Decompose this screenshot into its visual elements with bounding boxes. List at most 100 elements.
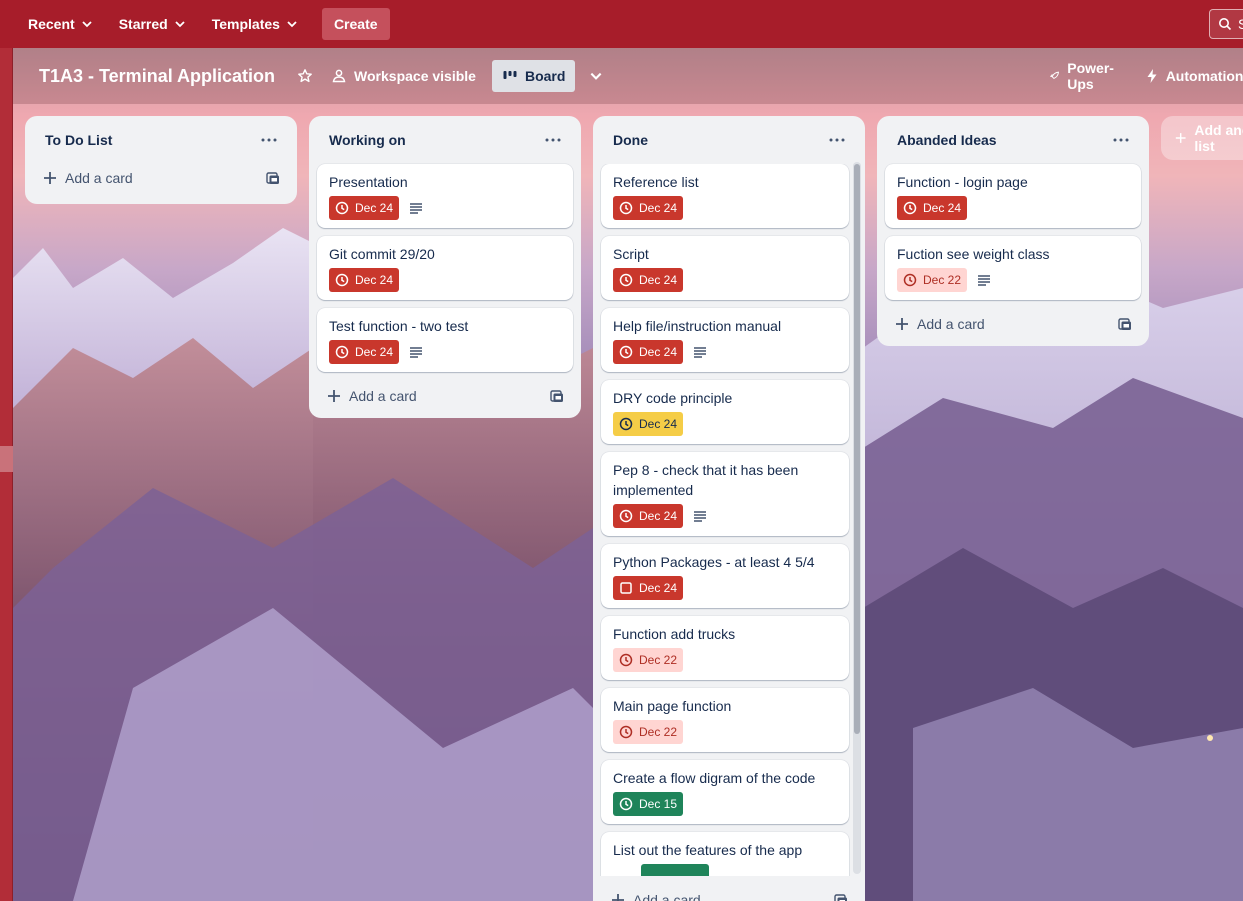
list-abanded-ideas: Abanded Ideas Function - login page Dec … (877, 116, 1149, 346)
nav-recent[interactable]: Recent (18, 8, 103, 40)
nav-starred[interactable]: Starred (109, 8, 196, 40)
star-board-button[interactable] (289, 60, 321, 92)
due-date-badge[interactable]: Dec 24 (897, 196, 968, 220)
visibility-button[interactable]: Workspace visible (321, 60, 486, 92)
card-template-icon[interactable] (1117, 316, 1133, 332)
card-template-icon[interactable] (549, 388, 565, 404)
due-date-badge[interactable]: Dec 24 (613, 504, 684, 528)
due-date-label: Dec 24 (639, 417, 678, 431)
add-card-button[interactable]: Add a card (327, 388, 417, 404)
due-date-badge[interactable]: Dec 24 (329, 340, 400, 364)
due-date-badge[interactable]: Dec 15 (613, 792, 684, 816)
card-title: Test function - two test (329, 318, 469, 334)
list-title[interactable]: Abanded Ideas (897, 132, 997, 148)
list-title[interactable]: Working on (329, 132, 406, 148)
card[interactable]: List out the features of the app (601, 832, 849, 876)
card[interactable]: Script Dec 24 (601, 236, 849, 300)
add-card-button[interactable]: Add a card (895, 316, 985, 332)
list-menu-button[interactable] (1109, 128, 1133, 152)
card-badges: Dec 24 (613, 504, 837, 528)
add-card-row: Add a card (25, 158, 297, 198)
due-date-badge[interactable]: Dec 24 (613, 268, 684, 292)
add-card-button[interactable]: Add a card (611, 892, 701, 901)
description-icon (410, 203, 423, 214)
list-scrollbar-thumb[interactable] (854, 164, 860, 734)
clock-icon (903, 201, 917, 215)
list-menu-button[interactable] (257, 128, 281, 152)
due-date-label: Dec 24 (923, 201, 962, 215)
nav-starred-label: Starred (118, 16, 168, 32)
due-date-badge[interactable]: Dec 24 (329, 268, 400, 292)
card[interactable]: Create a flow digram of the code Dec 15 (601, 760, 849, 824)
more-icon (829, 138, 845, 142)
card-title: Reference list (613, 174, 699, 190)
due-date-badge[interactable]: Dec 24 (613, 196, 684, 220)
clock-icon (619, 417, 633, 431)
search-icon (1219, 18, 1232, 31)
due-date-badge[interactable]: Dec 22 (897, 268, 968, 292)
due-date-badge[interactable]: Dec 22 (613, 648, 684, 672)
card[interactable]: Python Packages - at least 4 5/4 Dec 24 (601, 544, 849, 608)
board-title[interactable]: T1A3 - Terminal Application (39, 66, 275, 87)
due-date-label: Dec 24 (639, 581, 678, 595)
people-icon (332, 69, 346, 83)
card[interactable]: Help file/instruction manual Dec 24 (601, 308, 849, 372)
board-view-button[interactable]: Board (491, 60, 576, 92)
due-date-label: Dec 24 (639, 345, 678, 359)
card[interactable]: Reference list Dec 24 (601, 164, 849, 228)
list-working-on: Working on Presentation Dec 24 Git commi… (309, 116, 581, 418)
top-nav: Recent Starred Templates Create S (0, 0, 1243, 48)
power-ups-button[interactable]: Power-Ups (1039, 60, 1129, 92)
clock-icon (903, 273, 917, 287)
card[interactable]: Test function - two test Dec 24 (317, 308, 573, 372)
list-menu-button[interactable] (825, 128, 849, 152)
due-date-badge[interactable] (641, 864, 709, 876)
due-date-badge[interactable]: Dec 24 (329, 196, 400, 220)
card-title: Create a flow digram of the code (613, 770, 816, 786)
due-date-badge[interactable]: Dec 22 (613, 720, 684, 744)
list-header: Done (593, 116, 865, 164)
nav-templates-label: Templates (211, 16, 280, 32)
card[interactable]: DRY code principle Dec 24 (601, 380, 849, 444)
list-done: Done Reference list Dec 24 Script Dec 24 (593, 116, 865, 901)
card-template-icon[interactable] (265, 170, 281, 186)
list-menu-button[interactable] (541, 128, 565, 152)
card-title: Presentation (329, 174, 408, 190)
card[interactable]: Function - login page Dec 24 (885, 164, 1141, 228)
add-card-row: Add a card (877, 304, 1149, 344)
clock-icon (335, 345, 349, 359)
card[interactable]: Git commit 29/20 Dec 24 (317, 236, 573, 300)
card[interactable]: Fuction see weight class Dec 22 (885, 236, 1141, 300)
due-date-badge[interactable]: Dec 24 (613, 412, 684, 436)
card-template-icon[interactable] (833, 892, 849, 901)
search-placeholder: S (1238, 16, 1243, 32)
list-header: To Do List (25, 116, 297, 164)
create-button[interactable]: Create (321, 8, 390, 40)
card-badges: Dec 24 (329, 340, 561, 364)
card-title: Help file/instruction manual (613, 318, 782, 334)
card[interactable]: Function add trucks Dec 22 (601, 616, 849, 680)
add-card-button[interactable]: Add a card (43, 170, 133, 186)
nav-templates[interactable]: Templates (202, 8, 308, 40)
workspace-sidebar-collapsed[interactable] (0, 48, 13, 901)
due-date-badge[interactable]: Dec 24 (613, 576, 684, 600)
more-icon (261, 138, 277, 142)
add-card-row: Add a card (309, 376, 581, 416)
add-card-label: Add a card (633, 892, 701, 901)
automation-button[interactable]: Automation (1135, 60, 1243, 92)
list-title[interactable]: To Do List (45, 132, 112, 148)
switch-view-button[interactable] (581, 60, 611, 92)
list-title[interactable]: Done (613, 132, 648, 148)
due-date-label: Dec 24 (355, 201, 394, 215)
search-input[interactable]: S (1209, 9, 1243, 39)
clock-icon (335, 201, 349, 215)
due-date-badge[interactable]: Dec 24 (613, 340, 684, 364)
add-list-button[interactable]: Add another list (1161, 116, 1243, 160)
plus-icon (328, 390, 340, 402)
card[interactable]: Main page function Dec 22 (601, 688, 849, 752)
plus-icon (1175, 133, 1186, 143)
card[interactable]: Presentation Dec 24 (317, 164, 573, 228)
chevron-down-icon (287, 21, 297, 28)
card-title: Python Packages - at least 4 5/4 (613, 554, 815, 570)
card[interactable]: Pep 8 - check that it has been implement… (601, 452, 849, 536)
